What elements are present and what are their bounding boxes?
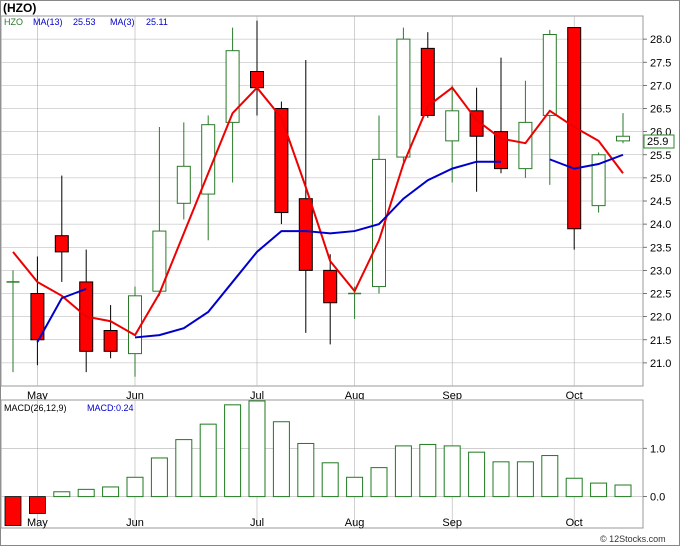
candle-body-down	[274, 108, 289, 214]
macd-bar	[321, 462, 339, 498]
price-tick-label: 25.5	[650, 150, 671, 162]
chart-svg: 21.0 21.5 22.0 22.5 23.0 23.5 24.0 24.5 25.0 25.5…	[0, 0, 680, 546]
candle-body-up	[518, 121, 533, 170]
macd-bar	[443, 445, 461, 498]
macd-month-label: May	[27, 517, 48, 529]
price-tick-label: 24.5	[650, 196, 671, 208]
candle-body-up	[542, 34, 557, 116]
price-tick-label: 25.0	[650, 173, 671, 185]
candle	[396, 27, 411, 162]
macd-bar	[102, 486, 120, 498]
macd-bar	[419, 443, 437, 498]
macd-month-label: Sep	[442, 517, 462, 529]
macd-bar-negative	[28, 496, 46, 514]
macd-bar-negative	[4, 496, 22, 526]
price-tick-label: 27.5	[650, 57, 671, 69]
macd-month-label: Oct	[566, 517, 583, 529]
macd-bar	[126, 476, 144, 498]
legend-ma13-label: MA(13)	[33, 17, 63, 27]
macd-legend-value: MACD:0.24	[87, 403, 134, 413]
price-tick-label: 23.0	[650, 265, 671, 277]
macd-bar	[541, 455, 559, 498]
macd-bar	[492, 461, 510, 498]
candle-body-down	[103, 330, 118, 352]
candle-body-up	[128, 295, 142, 355]
macd-month-label: Jul	[250, 517, 264, 529]
chart-title: (HZO)	[3, 1, 36, 15]
candle	[567, 27, 582, 250]
candle-body-up	[176, 165, 191, 204]
macd-bar	[590, 482, 608, 498]
macd-bar	[614, 484, 632, 498]
legend-ma3-value: 25.11	[146, 17, 168, 27]
macd-bar	[394, 445, 412, 498]
macd-bar	[199, 423, 217, 498]
macd-month-label: Aug	[345, 517, 365, 529]
candle-body-up	[225, 50, 240, 123]
macd-legend-label: MACD(26,12,9)	[4, 403, 67, 413]
candle-body-up	[396, 38, 411, 158]
price-tick-label: 21.5	[650, 335, 671, 347]
macd-bar	[272, 421, 290, 498]
price-tag: 25.9	[647, 136, 668, 148]
watermark: © 12Stocks.com	[600, 534, 666, 544]
candle-body-down	[323, 269, 338, 304]
macd-bar	[297, 442, 315, 498]
macd-bar	[516, 461, 534, 498]
macd-bar	[224, 404, 242, 498]
macd-bar	[77, 488, 95, 498]
macd-tick-label: 0.0	[650, 492, 665, 504]
macd-bar	[248, 400, 266, 498]
candle-body-up	[616, 135, 630, 142]
candle-body-down	[494, 131, 508, 170]
price-tick-label: 26.5	[650, 104, 671, 116]
macd-tick-label: 1.0	[650, 443, 665, 455]
candle-body-up	[445, 110, 460, 142]
legend-ticker: HZO	[4, 17, 23, 27]
legend-ma3-label: MA(3)	[110, 17, 135, 27]
price-tick-label: 22.5	[650, 289, 671, 301]
macd-bar	[175, 439, 193, 498]
chart-root: 21.0 21.5 22.0 22.5 23.0 23.5 24.0 24.5 25.0 25.5…	[0, 0, 680, 546]
price-tick-label: 24.0	[650, 219, 671, 231]
legend-ma13-value: 25.53	[73, 17, 96, 27]
macd-bar	[370, 467, 388, 498]
macd-bar	[346, 476, 364, 498]
candle-body-down	[567, 27, 582, 230]
macd-bar	[53, 491, 71, 498]
price-tick-label: 27.0	[650, 80, 671, 92]
candle-body-down	[54, 235, 69, 253]
macd-month-label: Jun	[126, 517, 144, 529]
candle-body-down	[250, 71, 264, 89]
price-tick-label: 21.0	[650, 358, 671, 370]
price-tick-label: 23.5	[650, 242, 671, 254]
macd-bar	[150, 457, 168, 498]
macd-bar	[565, 477, 583, 498]
price-tick-label: 28.0	[650, 34, 671, 46]
price-tick-label: 22.0	[650, 312, 671, 324]
candle-body-down	[298, 198, 313, 271]
macd-bar	[468, 451, 486, 498]
